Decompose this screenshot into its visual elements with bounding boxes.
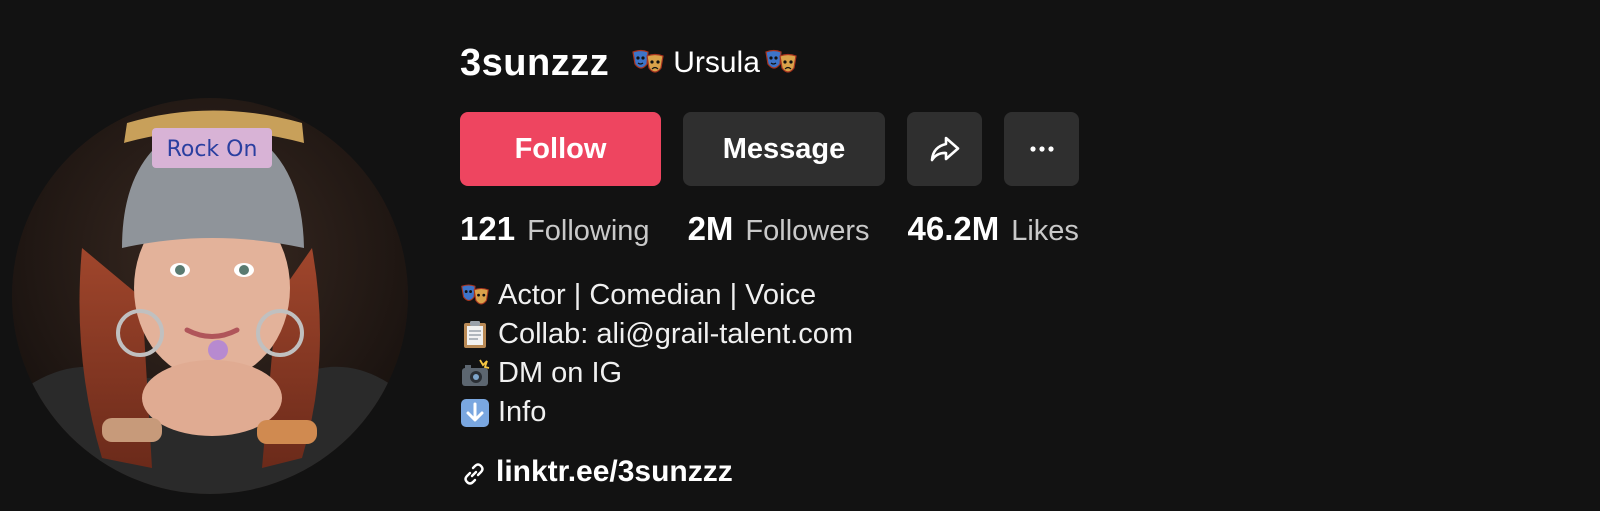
bio-line: Collab: ali@grail-talent.com (460, 315, 853, 354)
avatar-photo: Rock On (12, 98, 408, 494)
profile-avatar[interactable]: Rock On (12, 98, 408, 494)
stat-value: 46.2M (907, 210, 1000, 247)
profile-stats: 121 Following 2M Followers 46.2M Likes (460, 210, 1117, 248)
stat-value: 2M (687, 210, 734, 247)
bio-text: Info (498, 396, 547, 428)
performing-arts-masks-icon (631, 46, 665, 80)
profile-info: 3sunzzz Ursula Follow Message 121 Follow… (460, 0, 1600, 511)
stat-label: Likes (1011, 215, 1079, 247)
bio-line: DM on IG (460, 354, 853, 393)
follow-button[interactable]: Follow (460, 112, 661, 186)
bio-text: Actor | Comedian | Voice (498, 279, 817, 311)
profile-nickname: Ursula (673, 46, 760, 79)
profile-link[interactable]: linktr.ee/3sunzzz (460, 455, 733, 489)
profile-actions: Follow Message (460, 112, 1079, 186)
bio-line: Info (460, 393, 853, 432)
profile-nickname-wrapper: Ursula (631, 46, 798, 80)
share-button[interactable] (907, 112, 982, 186)
stat-following[interactable]: 121 Following (460, 210, 650, 248)
performing-arts-masks-icon (764, 46, 798, 80)
share-arrow-icon (930, 136, 959, 162)
camera-flash-icon (460, 359, 490, 389)
message-button[interactable]: Message (683, 112, 885, 186)
stat-label: Following (527, 215, 650, 247)
bio-text: DM on IG (498, 357, 623, 389)
down-arrow-icon (460, 398, 490, 428)
svg-text:Rock On: Rock On (167, 137, 258, 162)
profile-link-text[interactable]: linktr.ee/3sunzzz (496, 455, 733, 489)
performing-arts-masks-icon (460, 281, 490, 311)
more-options-button[interactable] (1004, 112, 1079, 186)
stat-value: 121 (460, 210, 516, 247)
more-dots-icon (1029, 146, 1054, 152)
profile-header: 3sunzzz Ursula (460, 38, 798, 88)
bio-line: Actor | Comedian | Voice (460, 276, 853, 315)
clipboard-icon (460, 320, 490, 350)
profile-username: 3sunzzz (460, 41, 610, 84)
link-icon (460, 460, 488, 488)
stat-likes: 46.2M Likes (908, 210, 1079, 248)
stat-label: Followers (745, 215, 870, 247)
profile-bio: Actor | Comedian | Voice Collab: ali@gra… (460, 276, 853, 432)
stat-followers[interactable]: 2M Followers (688, 210, 870, 248)
bio-text: Collab: ali@grail-talent.com (498, 318, 854, 350)
